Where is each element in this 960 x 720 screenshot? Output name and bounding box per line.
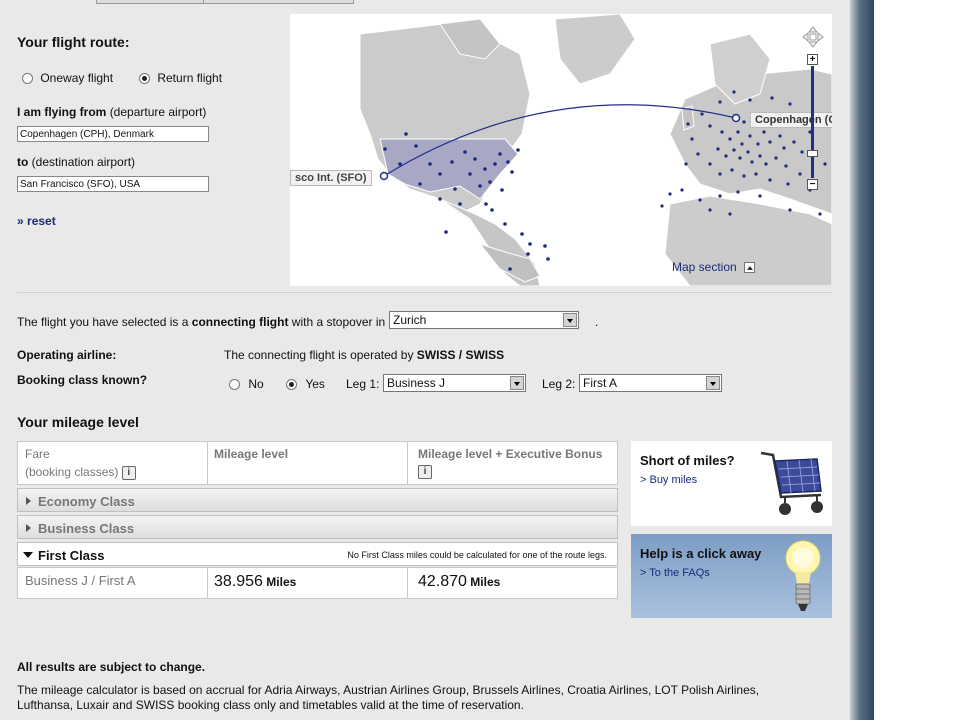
mileage-title: Your mileage level <box>17 414 139 430</box>
top-tabs[interactable] <box>96 0 354 4</box>
booking-yes-radio[interactable] <box>286 379 297 391</box>
oneway-option[interactable]: Oneway flight <box>22 71 113 85</box>
leg2-label: Leg 2: <box>542 377 576 391</box>
level-header: Mileage level <box>207 441 408 485</box>
from-label: I am flying from (departure airport) <box>17 105 207 119</box>
help-box[interactable]: Help is a click away > To the FAQs <box>631 534 832 618</box>
business-class-row[interactable]: Business Class <box>17 515 618 539</box>
oneway-radio[interactable] <box>22 73 33 85</box>
booking-yes-option[interactable]: Yes <box>286 377 325 391</box>
mileage-calculator-page: Your flight route: Oneway flight Return … <box>0 0 850 720</box>
from-input[interactable]: Copenhagen (CPH), Denmark <box>17 126 209 142</box>
route-map[interactable]: sco Int. (SFO) Copenhagen (C + − Map sec… <box>290 14 832 286</box>
stopover-select[interactable]: Zurich <box>389 311 579 329</box>
miles-unit: Miles <box>470 575 501 589</box>
result-bonus-cell: 42.870 Miles <box>407 567 618 599</box>
booking-no-option[interactable]: No <box>229 377 264 391</box>
result-level-cell: 38.956 Miles <box>207 567 408 599</box>
leg1-select[interactable]: Business J <box>383 374 526 392</box>
return-radio[interactable] <box>139 73 150 85</box>
leg1-label: Leg 1: <box>346 377 380 391</box>
route-title: Your flight route: <box>17 34 130 50</box>
double-chevron-icon: » <box>17 214 24 228</box>
luggage-cart-icon <box>760 451 823 515</box>
world-map <box>359 14 832 286</box>
light-bulb-icon <box>785 540 821 611</box>
dropdown-arrow-icon <box>510 376 524 390</box>
chevron-down-icon <box>23 552 33 558</box>
operated-by-text: The connecting flight is operated by SWI… <box>224 348 505 362</box>
info-icon[interactable]: i <box>121 465 136 480</box>
fare-header: Fare (booking classes) i <box>17 441 208 485</box>
window-edge <box>850 0 874 720</box>
trailing-period: . <box>595 315 599 329</box>
dropdown-arrow-icon <box>563 313 577 327</box>
short-of-miles-box[interactable]: Short of miles? > Buy miles <box>631 441 832 526</box>
to-input[interactable]: San Francisco (SFO), USA <box>17 176 209 192</box>
economy-class-row[interactable]: Economy Class <box>17 488 618 512</box>
section-divider <box>17 292 832 293</box>
disclaimer: All results are subject to change. <box>17 660 206 674</box>
info-icon[interactable]: i <box>418 464 432 479</box>
bonus-header: Mileage level + Executive Bonus i <box>407 441 618 485</box>
zoom-out-button[interactable]: − <box>807 179 818 190</box>
result-bonus-value: 42.870 <box>418 573 467 590</box>
dropdown-arrow-icon <box>706 376 720 390</box>
first-class-row[interactable]: First Class No First Class miles could b… <box>17 542 618 566</box>
result-level-value: 38.956 <box>214 573 263 590</box>
booking-class-label: Booking class known? <box>17 373 148 387</box>
map-section-toggle[interactable]: Map section <box>672 260 756 274</box>
leg2-select[interactable]: First A <box>579 374 722 392</box>
footer-text: The mileage calculator is based on accru… <box>17 683 760 712</box>
zoom-track[interactable] <box>811 66 814 178</box>
zoom-slider-handle[interactable] <box>807 150 818 157</box>
first-class-note: No First Class miles could be calculated… <box>347 550 607 560</box>
mileage-table: Fare (booking classes) i Mileage level M… <box>17 441 618 599</box>
oneway-label: Oneway flight <box>40 71 114 85</box>
chevron-right-icon <box>26 497 31 505</box>
miles-unit: Miles <box>266 575 297 589</box>
connection-text: The flight you have selected is a connec… <box>17 315 386 329</box>
result-fare-cell: Business J / First A <box>17 567 208 599</box>
return-option[interactable]: Return flight <box>139 71 222 85</box>
reset-link[interactable]: » reset <box>17 214 56 228</box>
booking-no-radio[interactable] <box>229 379 240 391</box>
return-label: Return flight <box>157 71 223 85</box>
zoom-in-button[interactable]: + <box>807 54 818 65</box>
chevron-up-icon <box>744 262 756 274</box>
chevron-right-icon <box>26 524 31 532</box>
origin-map-label: Copenhagen (C <box>750 112 832 128</box>
pan-control-icon[interactable] <box>802 26 824 48</box>
to-label: to (destination airport) <box>17 155 136 169</box>
destination-map-label: sco Int. (SFO) <box>290 170 372 186</box>
operating-airline-label: Operating airline: <box>17 348 117 362</box>
